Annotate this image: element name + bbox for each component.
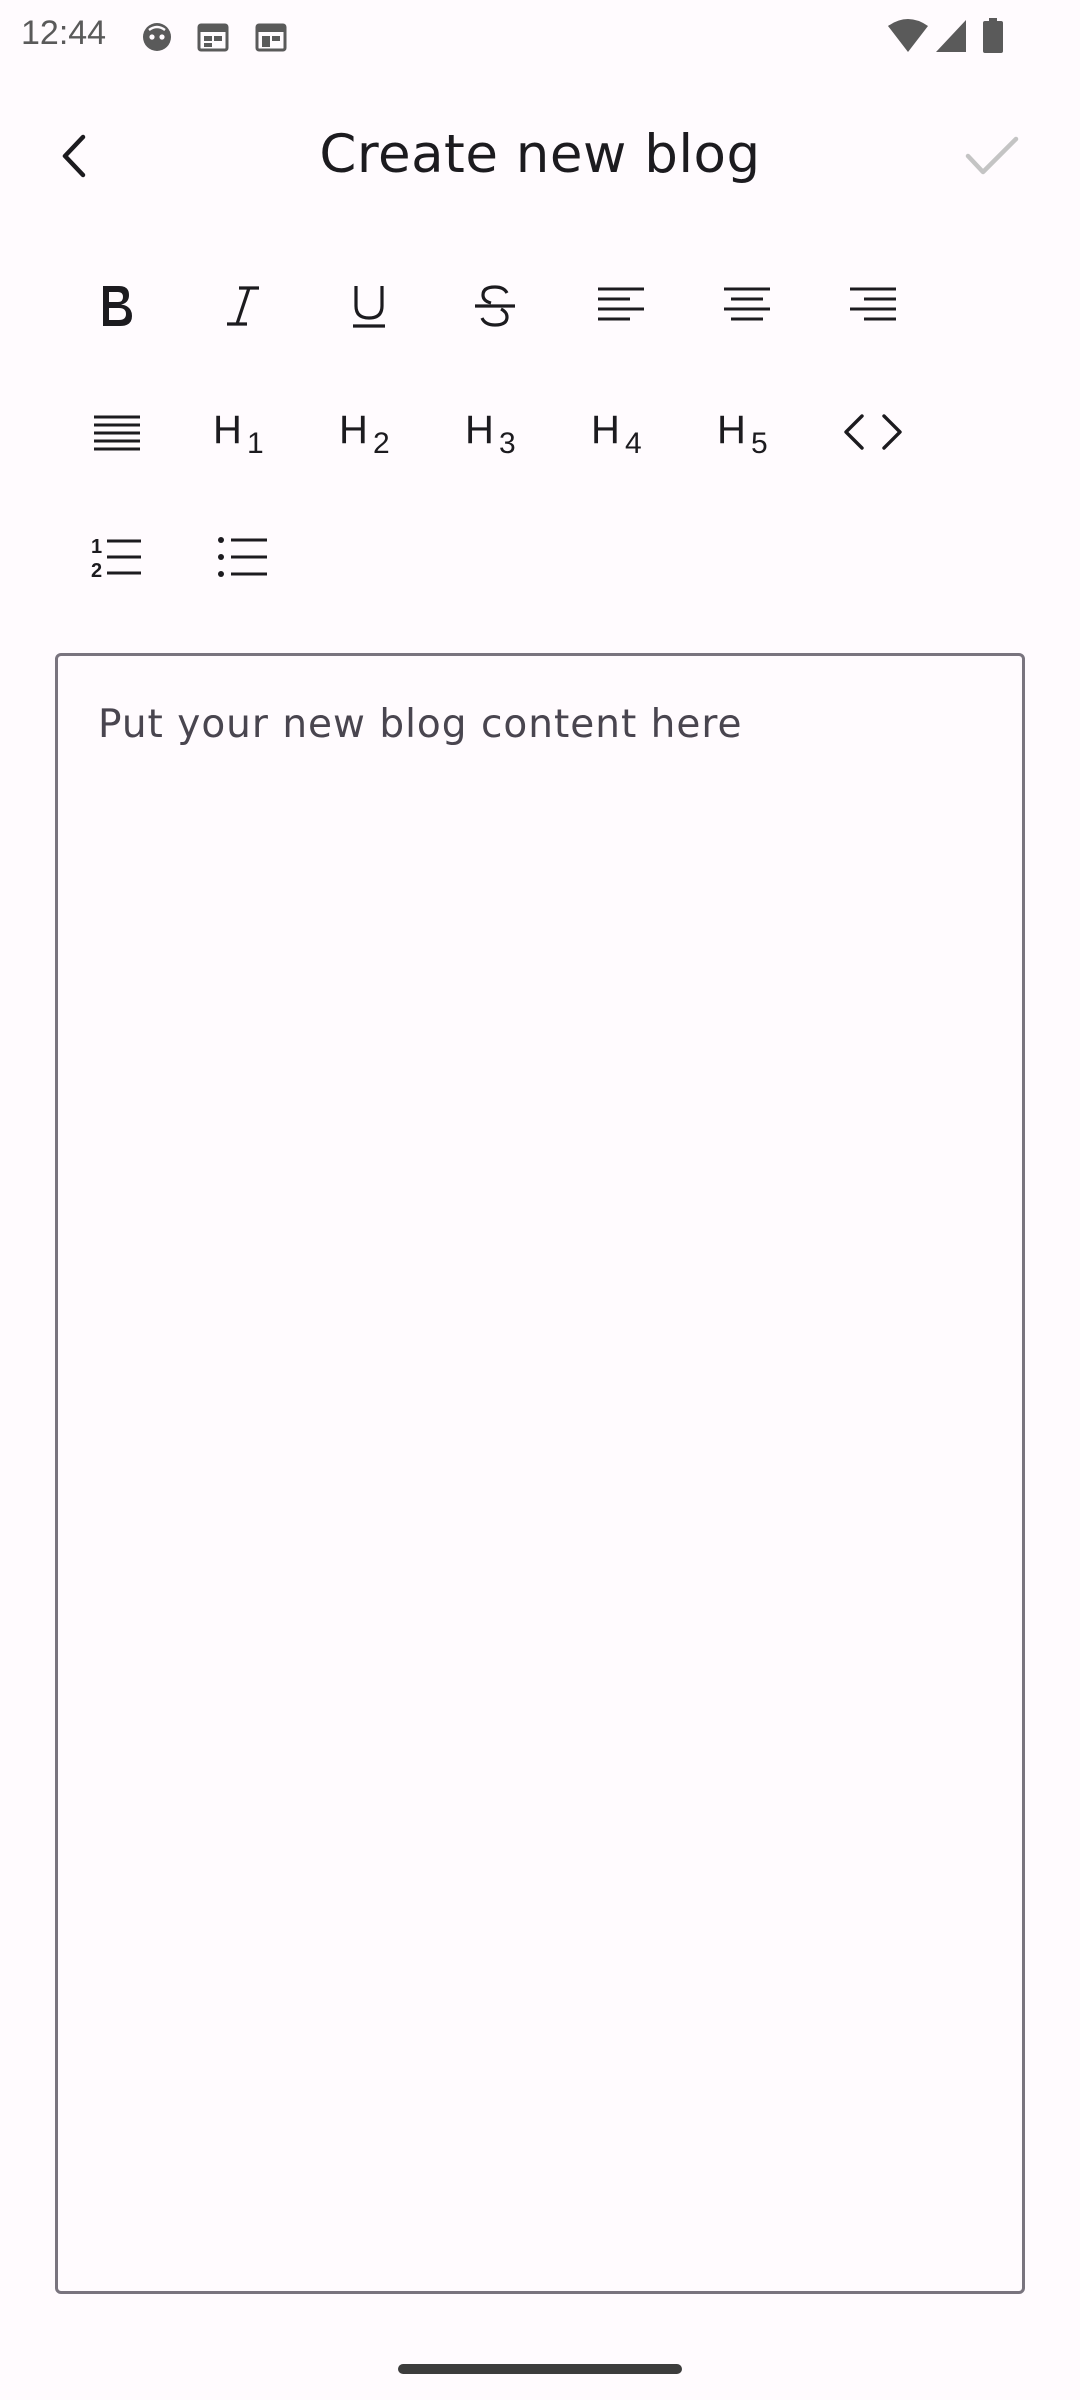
bulleted-list-button[interactable] [180, 495, 306, 621]
heading-2-letter: H [339, 408, 368, 452]
blog-content-editor[interactable]: Put your new blog content here [55, 653, 1025, 2294]
italic-icon [221, 282, 265, 330]
heading-1-number: 1 [247, 427, 264, 457]
justify-button[interactable] [54, 369, 180, 495]
list-number: 1 [91, 536, 102, 558]
heading-3-icon: H 3 [465, 408, 516, 457]
bold-icon [95, 282, 139, 330]
bulleted-list-icon [217, 535, 269, 581]
strikethrough-icon [471, 282, 519, 330]
calendar-icon [196, 20, 230, 58]
heading-1-button[interactable]: H 1 [180, 369, 306, 495]
code-button[interactable] [810, 369, 936, 495]
save-blog-button[interactable] [952, 122, 1032, 194]
numbered-list-icon: 1 2 [91, 536, 141, 582]
check-icon [964, 134, 1020, 182]
face-icon [140, 20, 174, 58]
calendar-icon [254, 20, 288, 58]
heading-3-button[interactable]: H 3 [432, 369, 558, 495]
battery-icon [982, 18, 1004, 58]
status-time: 12:44 [21, 14, 107, 52]
bold-button[interactable] [54, 243, 180, 369]
italic-button[interactable] [180, 243, 306, 369]
heading-5-icon: H 5 [717, 408, 768, 457]
formatting-toolbar: H 1 H 2 H 3 H 4 H 5 1 2 [54, 243, 1014, 621]
heading-5-letter: H [717, 408, 746, 452]
status-bar: 12:44 [0, 0, 1080, 76]
top-app-bar: Create new blog [0, 100, 1080, 216]
toolbar-row: H 1 H 2 H 3 H 4 H 5 [54, 369, 1014, 495]
align-left-icon [596, 286, 646, 326]
align-center-button[interactable] [684, 243, 810, 369]
align-left-button[interactable] [558, 243, 684, 369]
underline-button[interactable] [306, 243, 432, 369]
align-justify-icon [92, 412, 142, 452]
heading-2-number: 2 [373, 427, 390, 457]
heading-1-letter: H [213, 408, 242, 452]
align-right-icon [848, 286, 898, 326]
list-number: 2 [91, 560, 102, 582]
heading-3-letter: H [465, 408, 494, 452]
navigation-gesture-bar[interactable] [398, 2364, 682, 2374]
numbered-list-button[interactable]: 1 2 [54, 495, 180, 621]
page-title: Create new blog [319, 124, 761, 185]
strikethrough-button[interactable] [432, 243, 558, 369]
underline-icon [347, 282, 391, 330]
signal-icon [934, 18, 968, 58]
heading-2-button[interactable]: H 2 [306, 369, 432, 495]
heading-4-icon: H 4 [591, 408, 642, 457]
heading-4-number: 4 [625, 427, 642, 457]
heading-3-number: 3 [499, 427, 516, 457]
toolbar-row: 1 2 [54, 495, 1014, 621]
toolbar-row [54, 243, 1014, 369]
align-center-icon [722, 286, 772, 326]
code-icon [842, 412, 904, 452]
heading-2-icon: H 2 [339, 408, 390, 457]
align-right-button[interactable] [810, 243, 936, 369]
heading-4-letter: H [591, 408, 620, 452]
wifi-icon [888, 18, 928, 58]
heading-5-button[interactable]: H 5 [684, 369, 810, 495]
heading-4-button[interactable]: H 4 [558, 369, 684, 495]
heading-1-icon: H 1 [213, 408, 264, 457]
heading-5-number: 5 [751, 427, 768, 457]
editor-placeholder: Put your new blog content here [98, 702, 743, 747]
